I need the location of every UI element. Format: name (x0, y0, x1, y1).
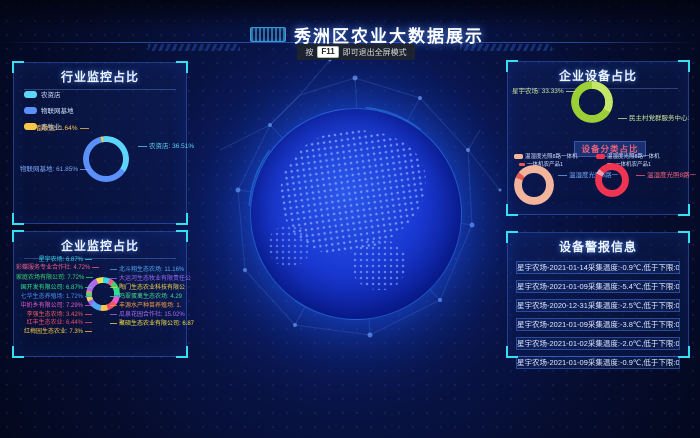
label-item: 陶门生态农业科技有限公 (110, 284, 185, 292)
continent-dots (352, 239, 407, 289)
label-item: 七华生态养殖场: 1.72% (16, 293, 92, 301)
alarm-row: 星宇农场-2021-01-09采集温度:-3.8℃,低于下限:0℃ (516, 318, 680, 331)
panel-device-ratio: 企业设备占比 星宇农场: 33.33% 民主村党群服务中心: 设备分类占比 温湿… (507, 61, 689, 215)
label-item: 大运河生态牧业有限责任公 (110, 275, 191, 283)
alarm-row: 星宇农场-2021-01-02采集温度:-2.0℃,低于下限:0℃ (516, 337, 680, 350)
label-item: 鸣翠蛋禽生态农场: 4.29 (110, 293, 182, 301)
label-item: 彩蝶服务专业合作社: 4.72% (16, 264, 92, 272)
panel-title: 企业监控占比 (14, 232, 186, 254)
legend-item[interactable]: 农资店 (24, 89, 74, 99)
device-ratio-donut-chart[interactable] (571, 81, 613, 123)
legend-item[interactable]: 温湿度光照8路一体机 (596, 154, 660, 161)
tip-prefix: 按 (305, 47, 313, 58)
device-category-left-donut[interactable] (514, 165, 554, 205)
tip-suffix: 即可退出全屏模式 (343, 47, 407, 58)
label-item: 李强生态农场: 3.42% (16, 311, 92, 319)
legend-swatch (596, 154, 605, 159)
globe (250, 108, 462, 320)
logo-badge (250, 27, 286, 42)
panel-device-alarms: 设备警报信息 星宇农场-2021-01-14采集温度:-0.9℃,低于下限:0℃… (507, 232, 689, 357)
label-item: 星宇农场: 6.87% (16, 256, 92, 264)
callout-label: 物联网基地: 61.85% (20, 166, 91, 174)
callout-label: 民主村党群服务中心: (616, 115, 689, 123)
continent-dots (268, 225, 310, 267)
legend-swatch (519, 163, 525, 166)
label-item: 中奶乡有限公司: 7.29% (16, 302, 92, 310)
legend-swatch (24, 107, 37, 114)
panel-title: 设备警报信息 (508, 233, 688, 255)
label-item: 瓜泉花园合作社: 15.02% (110, 311, 185, 319)
alarm-row: 星宇农场-2020-12-31采集温度:-2.5℃,低于下限:0℃ (516, 299, 680, 312)
alarm-row: 星宇农场-2021-01-09采集温度:-0.9℃,低于下限:0℃ (516, 356, 680, 369)
panel-industry-monitor: 行业监控占比 农资店 物联网基地 畜牧业 畜牧业: 1.64% 农资店: 36.… (13, 62, 187, 224)
label-item: 红丰生态农业: 6.44% (16, 319, 92, 327)
label-item: 家庭农场有限公司: 7.72% (16, 274, 92, 282)
legend-swatch (24, 91, 37, 98)
callout-label: 畜牧业: 1.64% (36, 125, 91, 133)
label-item: 聚硕生态农业有限公司: 6.87 (110, 320, 194, 328)
alarm-row: 星宇农场-2021-01-09采集温度:-5.4℃,低于下限:0℃ (516, 280, 680, 293)
alarm-row: 星宇农场-2021-01-14采集温度:-0.9℃,低于下限:0℃ (516, 261, 680, 274)
fullscreen-tip: 按 F11 即可退出全屏模式 (0, 44, 700, 60)
label-item: 北斗翔生态农场: 11.16% (110, 266, 184, 274)
device-category-right-donut[interactable] (595, 163, 629, 197)
panel-enterprise-monitor: 企业监控占比 星宇农场: 6.87% 彩蝶服务专业合作社: 4.72% 家庭农场… (13, 231, 187, 357)
panel-title: 企业设备占比 (508, 62, 688, 84)
callout-label: 温湿度光照8路一 (634, 172, 696, 180)
dashboard: 秀洲区农业大数据展示 按 F11 即可退出全屏模式 行业监控占比 农资店 物联网… (0, 0, 700, 438)
callout-label: 星宇农场: 33.33% (512, 88, 564, 96)
legend-swatch (514, 154, 523, 159)
industry-donut-chart[interactable] (83, 136, 129, 182)
f11-key: F11 (317, 46, 338, 58)
label-item: 国开发有限公司: 6.87% (16, 284, 92, 292)
label-item: 丰源水产种苗养殖场: 1. (110, 302, 181, 310)
callout-label: 农资店: 36.51% (136, 143, 194, 151)
legend-item[interactable]: 温湿度光照8路一体机 (514, 154, 578, 161)
panel-title: 行业监控占比 (14, 63, 186, 85)
legend-item[interactable]: 物联网基地 (24, 105, 74, 115)
label-item: 红梅园生态农业: 7.3% (16, 328, 92, 336)
